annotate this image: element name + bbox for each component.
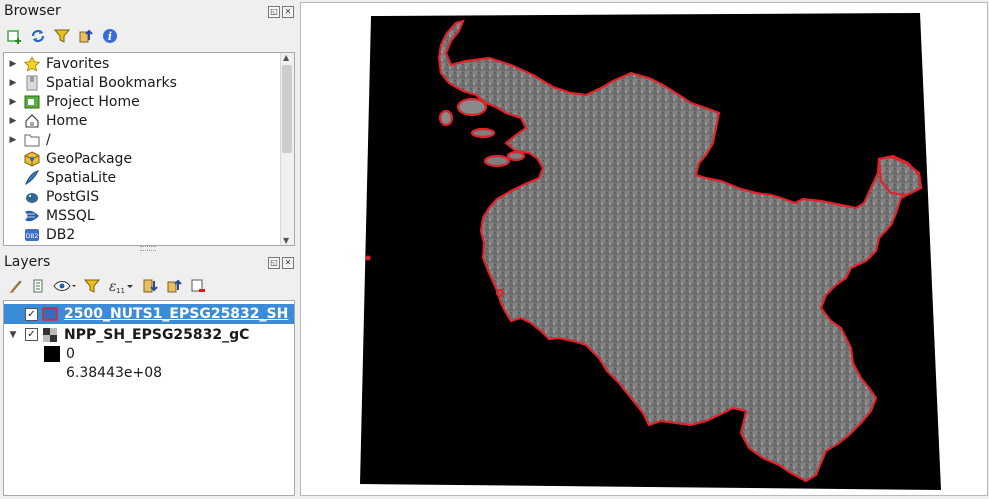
filter-button[interactable]: [52, 26, 72, 46]
layer-row-raster[interactable]: ▼ ✓ NPP_SH_EPSG25832_gC: [4, 325, 250, 344]
browser-tree[interactable]: ▶ Favorites ▶ Spatial Bookmarks ▶ Project Hom…: [3, 52, 295, 246]
refresh-button[interactable]: [28, 26, 48, 46]
browser-item[interactable]: ▶ Project Home: [4, 92, 140, 111]
filter-icon: [54, 29, 70, 43]
browser-item-label: GeoPackage: [46, 150, 133, 167]
polygon-layer-icon: [42, 306, 58, 322]
filter-legend-button[interactable]: [82, 276, 102, 296]
legend-min-label: 0: [66, 345, 75, 362]
expand-all-button[interactable]: [140, 276, 160, 296]
browser-item[interactable]: MSSQL: [4, 206, 95, 225]
scroll-thumb[interactable]: [282, 65, 292, 153]
layer-checkbox[interactable]: ✓: [25, 307, 38, 321]
map-render[interactable]: [301, 3, 987, 495]
layer-checkbox[interactable]: ✓: [25, 328, 38, 341]
undock-icon[interactable]: ◱: [268, 257, 280, 269]
browser-item-label: /: [46, 131, 51, 148]
expression-filter-icon: ε 11: [109, 279, 133, 294]
legend-swatch-white: [44, 364, 60, 381]
add-layer-button[interactable]: [4, 26, 24, 46]
splitter-handle[interactable]: [140, 246, 156, 251]
collapse-all-layers-button[interactable]: [164, 276, 184, 296]
expand-arrow-icon[interactable]: ▶: [6, 78, 20, 88]
filter-icon: [84, 279, 100, 293]
expand-arrow-icon[interactable]: ▶: [6, 59, 20, 69]
browser-item-label: SpatiaLite: [46, 169, 117, 186]
close-icon[interactable]: ✕: [282, 6, 294, 18]
browser-item[interactable]: ▶ Home: [4, 111, 88, 130]
expand-arrow-icon[interactable]: ▶: [6, 97, 20, 107]
browser-panel-title: Browser: [4, 3, 61, 19]
remove-layer-button[interactable]: [188, 276, 208, 296]
visibility-button[interactable]: [52, 276, 78, 296]
folder-icon: [24, 132, 40, 148]
legend-max-label: 6.38443e+08: [66, 364, 163, 381]
home-icon: [24, 113, 40, 129]
browser-item[interactable]: PostGIS: [4, 187, 99, 206]
close-icon[interactable]: ✕: [282, 257, 294, 269]
collapse-all-icon: [79, 29, 93, 43]
legend-swatch-black: [44, 345, 60, 362]
scroll-up-icon[interactable]: ▲: [283, 53, 289, 62]
collapse-all-icon: [167, 279, 182, 293]
browser-item[interactable]: SpatiaLite: [4, 168, 116, 187]
star-icon: [24, 55, 40, 72]
layers-dock-buttons: ◱ ✕: [268, 257, 294, 269]
collapse-all-button[interactable]: [76, 26, 96, 46]
browser-toolbar: i: [4, 26, 120, 46]
style-button[interactable]: [4, 276, 24, 296]
layers-tree[interactable]: ✓ 2500_NUTS1_EPSG25832_SH ▼ ✓ NPP_SH_EPS…: [3, 300, 295, 496]
add-group-icon: [33, 279, 43, 293]
postgis-icon: [24, 189, 40, 205]
browser-item-label: Favorites: [46, 55, 110, 72]
svg-text:11: 11: [116, 287, 125, 294]
browser-item[interactable]: ▶ /: [4, 130, 51, 149]
paintbrush-icon: [9, 280, 22, 293]
expression-filter-button[interactable]: ε 11: [106, 276, 136, 296]
remove-layer-icon: [191, 279, 205, 292]
layer-name: NPP_SH_EPSG25832_gC: [64, 326, 250, 343]
browser-item[interactable]: GeoPackage: [4, 149, 132, 168]
properties-button[interactable]: i: [100, 26, 120, 46]
collapse-arrow-icon[interactable]: ▼: [6, 330, 20, 340]
bookmark-icon: [24, 75, 40, 91]
browser-item-label: PostGIS: [46, 188, 100, 205]
info-icon: i: [103, 29, 117, 43]
expand-arrow-icon[interactable]: ▶: [6, 135, 20, 145]
browser-scrollbar[interactable]: ▲ ▼: [280, 53, 294, 245]
scroll-down-icon[interactable]: ▼: [283, 236, 289, 245]
raster-layer-icon: [42, 327, 58, 343]
eye-icon: [53, 281, 76, 291]
add-group-button[interactable]: [28, 276, 48, 296]
svg-text:DB2: DB2: [26, 233, 39, 240]
layers-toolbar: ε 11: [4, 276, 208, 296]
browser-item-label: MSSQL: [46, 207, 95, 224]
spatialite-icon: [24, 169, 40, 186]
expand-arrow-icon[interactable]: ▶: [6, 116, 20, 126]
map-canvas[interactable]: [300, 2, 988, 496]
browser-item[interactable]: ▶ Favorites: [4, 54, 110, 73]
db2-icon: DB2: [24, 227, 40, 243]
expand-all-icon: [143, 279, 158, 293]
legend-min-item: 0: [44, 344, 75, 363]
add-selected-layers-icon: [7, 30, 21, 44]
mssql-icon: [24, 208, 40, 224]
geopackage-icon: [24, 150, 40, 167]
browser-item-label: Project Home: [46, 93, 140, 110]
layer-name: 2500_NUTS1_EPSG25832_SH: [64, 306, 289, 322]
browser-dock-buttons: ◱ ✕: [268, 6, 294, 18]
layer-row-vector[interactable]: ✓ 2500_NUTS1_EPSG25832_SH: [4, 304, 294, 324]
browser-item-label: Home: [46, 112, 88, 129]
project-home-icon: [24, 94, 40, 110]
browser-item[interactable]: DB2 DB2: [4, 225, 75, 244]
legend-max-item: 6.38443e+08: [44, 363, 162, 382]
layers-panel-title: Layers: [4, 254, 51, 270]
browser-item-label: Spatial Bookmarks: [46, 74, 177, 91]
browser-item[interactable]: ▶ Spatial Bookmarks: [4, 73, 177, 92]
refresh-icon: [31, 29, 45, 43]
svg-text:i: i: [108, 30, 112, 43]
undock-icon[interactable]: ◱: [268, 6, 280, 18]
browser-item-label: DB2: [46, 226, 76, 243]
